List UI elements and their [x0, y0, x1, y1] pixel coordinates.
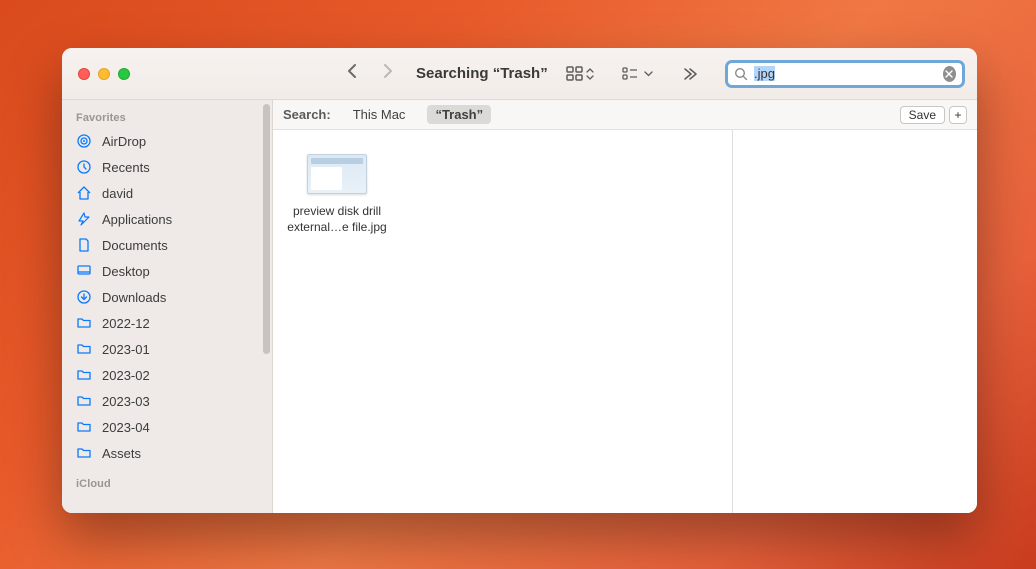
download-icon: [76, 289, 92, 305]
sidebar-item-downloads[interactable]: Downloads: [62, 284, 272, 310]
clear-search-button[interactable]: [943, 66, 956, 82]
forward-button[interactable]: [382, 63, 394, 84]
clock-icon: [76, 159, 92, 175]
search-input[interactable]: [754, 66, 937, 81]
results-pane[interactable]: preview disk drill external…e file.jpg: [273, 130, 733, 513]
sidebar-item-airdrop[interactable]: AirDrop: [62, 128, 272, 154]
sidebar-item-folder[interactable]: Assets: [62, 440, 272, 466]
sidebar-section-favorites: Favorites: [62, 108, 272, 128]
sidebar-item-label: david: [102, 186, 133, 201]
file-name: preview disk drill external…e file.jpg: [287, 204, 387, 235]
sidebar-item-folder[interactable]: 2022-12: [62, 310, 272, 336]
search-label: Search:: [283, 107, 331, 122]
nav-buttons: [346, 63, 394, 84]
window-body: Favorites AirDrop Recents david Applicat…: [62, 100, 977, 513]
sidebar-section-icloud: iCloud: [62, 474, 272, 494]
search-scope-bar: Search: This Mac “Trash” Save +: [273, 100, 977, 130]
sidebar-item-label: 2023-01: [102, 342, 150, 357]
save-group: Save +: [900, 106, 967, 124]
sidebar-item-label: 2023-03: [102, 394, 150, 409]
folder-icon: [76, 367, 92, 383]
sidebar-item-label: Applications: [102, 212, 172, 227]
fullscreen-button[interactable]: [118, 68, 130, 80]
sidebar-item-label: Documents: [102, 238, 168, 253]
sidebar-item-label: Desktop: [102, 264, 150, 279]
overflow-button[interactable]: [681, 68, 697, 80]
sidebar-item-recents[interactable]: Recents: [62, 154, 272, 180]
sidebar-item-folder[interactable]: 2023-01: [62, 336, 272, 362]
traffic-lights: [62, 68, 146, 80]
desktop-icon: [76, 263, 92, 279]
minimize-button[interactable]: [98, 68, 110, 80]
sidebar-item-folder[interactable]: 2023-02: [62, 362, 272, 388]
file-item[interactable]: preview disk drill external…e file.jpg: [287, 154, 387, 235]
sidebar-item-folder[interactable]: 2023-03: [62, 388, 272, 414]
sidebar-item-label: Recents: [102, 160, 150, 175]
titlebar: Searching “Trash”: [62, 48, 977, 100]
folder-icon: [76, 341, 92, 357]
sidebar: Favorites AirDrop Recents david Applicat…: [62, 100, 273, 513]
search-icon: [734, 67, 748, 81]
scope-trash[interactable]: “Trash”: [427, 105, 491, 124]
sidebar-item-label: AirDrop: [102, 134, 146, 149]
sidebar-item-label: 2022-12: [102, 316, 150, 331]
sidebar-item-applications[interactable]: Applications: [62, 206, 272, 232]
finder-window: Searching “Trash” Favori: [62, 48, 977, 513]
toolbar-right: [566, 60, 977, 88]
folder-icon: [76, 419, 92, 435]
sidebar-scrollbar[interactable]: [263, 104, 270, 354]
airdrop-icon: [76, 133, 92, 149]
folder-icon: [76, 315, 92, 331]
preview-pane: [733, 130, 977, 513]
sidebar-item-label: Downloads: [102, 290, 166, 305]
group-button[interactable]: [622, 67, 653, 81]
save-search-button[interactable]: Save: [900, 106, 945, 124]
apps-icon: [76, 211, 92, 227]
content-split: preview disk drill external…e file.jpg: [273, 130, 977, 513]
sidebar-item-desktop[interactable]: Desktop: [62, 258, 272, 284]
add-criteria-button[interactable]: +: [949, 106, 967, 124]
window-title: Searching “Trash”: [416, 65, 548, 82]
sidebar-item-label: Assets: [102, 446, 141, 461]
close-button[interactable]: [78, 68, 90, 80]
sidebar-item-label: 2023-04: [102, 420, 150, 435]
sidebar-item-home[interactable]: david: [62, 180, 272, 206]
document-icon: [76, 237, 92, 253]
sidebar-item-documents[interactable]: Documents: [62, 232, 272, 258]
home-icon: [76, 185, 92, 201]
icon-view-button[interactable]: [566, 66, 594, 82]
search-field-wrap: [725, 60, 965, 88]
sidebar-item-folder[interactable]: 2023-04: [62, 414, 272, 440]
back-button[interactable]: [346, 63, 358, 84]
folder-icon: [76, 445, 92, 461]
main-area: Search: This Mac “Trash” Save + preview …: [273, 100, 977, 513]
file-thumbnail: [307, 154, 367, 194]
folder-icon: [76, 393, 92, 409]
sidebar-item-label: 2023-02: [102, 368, 150, 383]
scope-this-mac[interactable]: This Mac: [345, 105, 414, 124]
